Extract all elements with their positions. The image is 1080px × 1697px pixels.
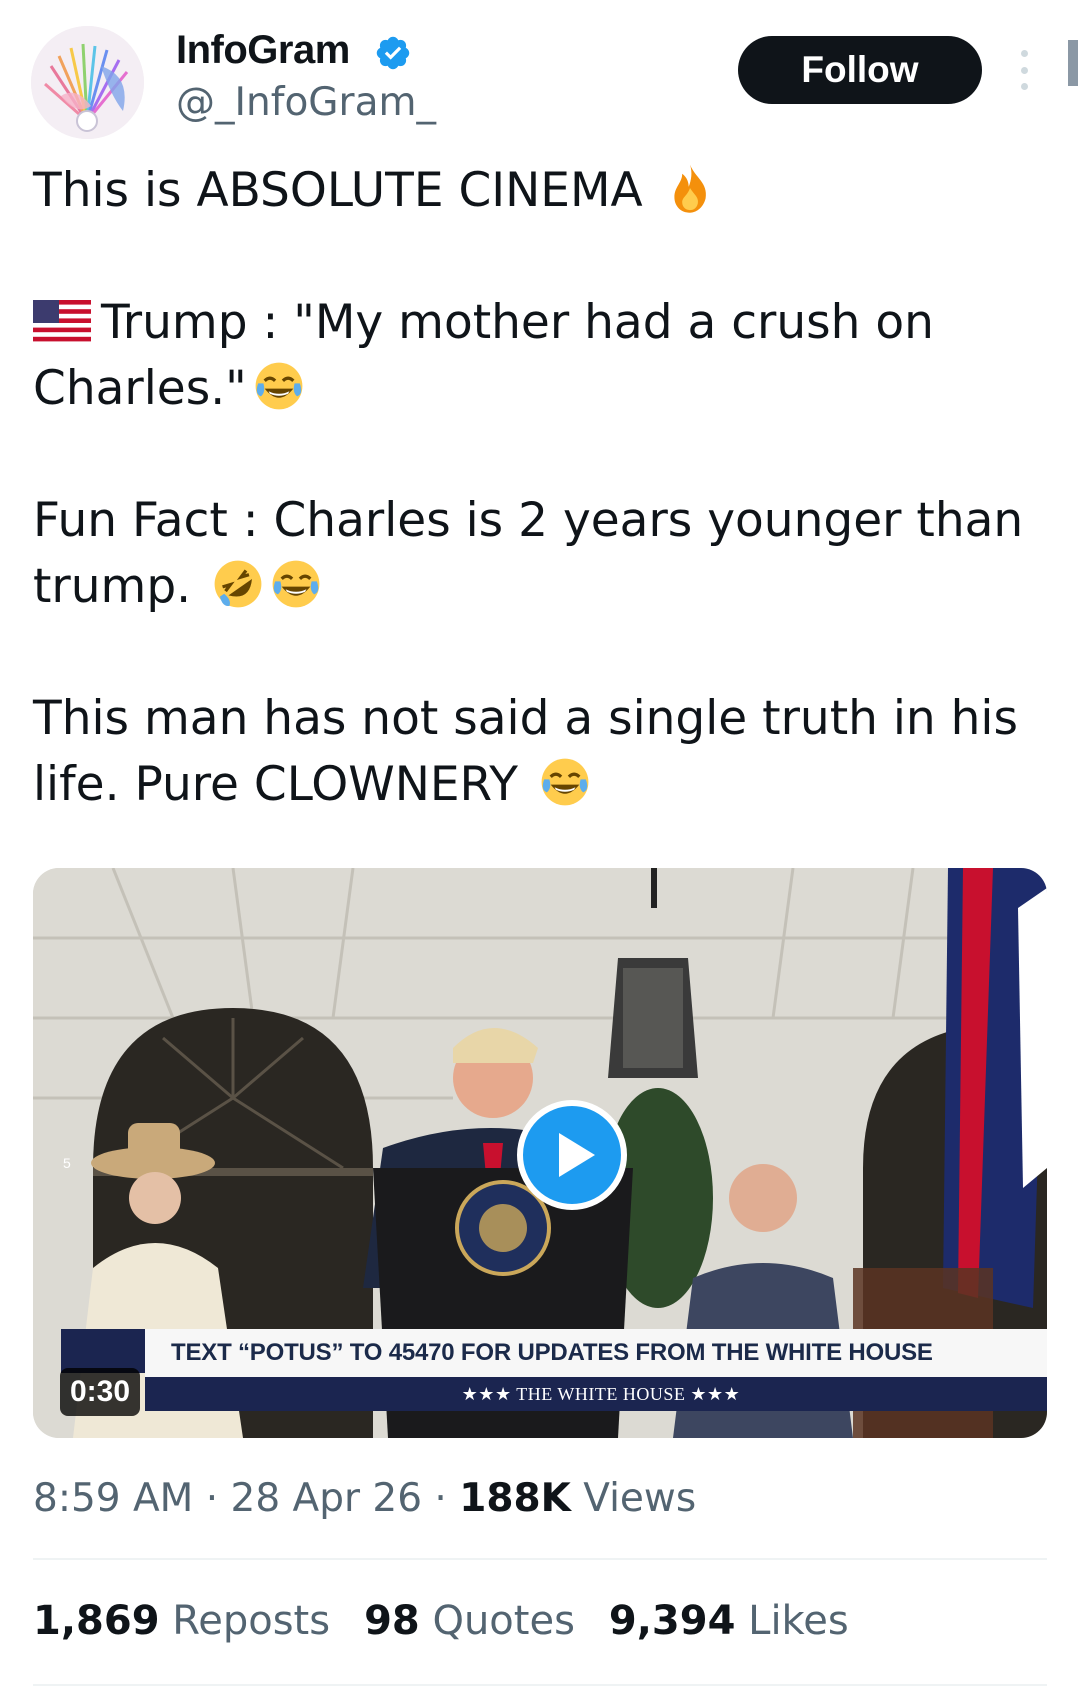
engagement-stats: 1,869 Reposts 98 Quotes 9,394 Likes — [33, 1598, 849, 1644]
views-label: Views — [570, 1476, 697, 1521]
white-house-logo-icon — [61, 1329, 147, 1373]
reposts-stat[interactable]: 1,869 Reposts — [33, 1598, 330, 1644]
follow-button[interactable]: Follow — [738, 36, 982, 104]
fire-emoji-icon — [674, 164, 706, 213]
tears-of-joy-emoji-icon — [541, 758, 589, 806]
divider — [33, 1558, 1047, 1560]
rolling-laughing-emoji-icon — [214, 560, 262, 608]
tweet-line: Fun Fact : Charles is 2 years younger th… — [33, 488, 1053, 620]
slide-number: 5 — [63, 1155, 71, 1171]
video-duration-badge: 0:30 — [60, 1368, 141, 1416]
play-icon — [559, 1133, 595, 1177]
us-flag-icon — [33, 300, 91, 342]
video-player[interactable]: 5 TEXT “POTUS” TO 45470 FOR UPDATES FROM… — [33, 868, 1047, 1438]
tweet-time[interactable]: 8:59 AM — [33, 1476, 193, 1521]
avatar[interactable] — [31, 26, 144, 139]
tweet-line: This man has not said a single truth in … — [33, 691, 1018, 812]
tears-of-joy-emoji-icon — [272, 560, 320, 608]
play-button[interactable] — [517, 1100, 627, 1210]
tweet-line: This is ABSOLUTE CINEMA — [33, 158, 1053, 224]
author-handle[interactable]: @_InfoGram_ — [176, 80, 436, 125]
scrollbar[interactable] — [1068, 40, 1078, 86]
more-options-icon[interactable] — [1017, 50, 1031, 90]
views-count: 188K — [459, 1476, 571, 1521]
lower-third-caption: TEXT “POTUS” TO 45470 FOR UPDATES FROM T… — [145, 1329, 1047, 1377]
tweet-text: This is ABSOLUTE CINEMA Trump : "My moth… — [33, 158, 1053, 818]
tweet-date[interactable]: 28 Apr 26 — [231, 1476, 423, 1521]
divider — [33, 1684, 1047, 1686]
lower-third-subcaption: ★★★ THE WHITE HOUSE ★★★ — [145, 1377, 1047, 1411]
tweet-meta: 8:59 AM · 28 Apr 26 · 188K Views — [33, 1476, 697, 1521]
quotes-stat[interactable]: 98 Quotes — [364, 1598, 575, 1644]
author-name[interactable]: InfoGram — [176, 28, 350, 73]
verified-badge-icon — [376, 36, 410, 70]
likes-stat[interactable]: 9,394 Likes — [609, 1598, 849, 1644]
tears-of-joy-emoji-icon — [255, 362, 303, 410]
tweet-line: Trump : "My mother had a crush on Charles… — [33, 295, 934, 416]
